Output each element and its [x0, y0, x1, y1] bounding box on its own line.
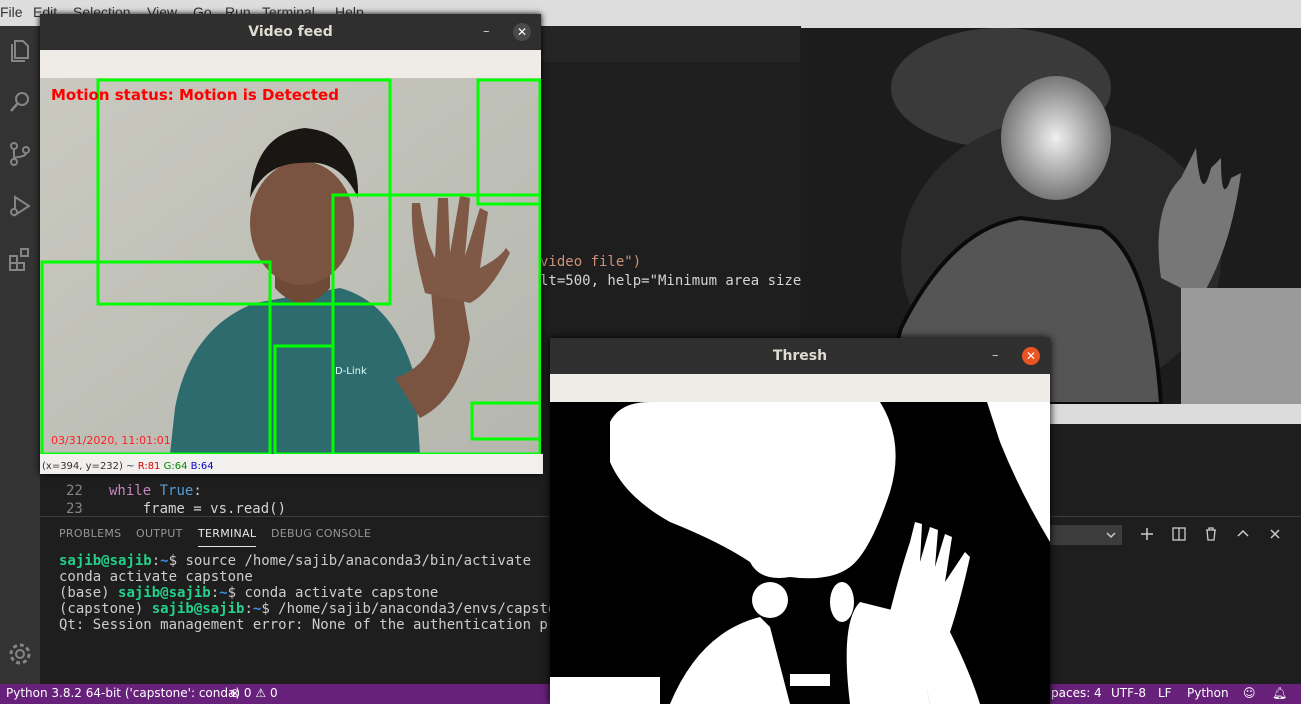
- motion-status-label: Motion status: Motion is Detected: [51, 86, 339, 104]
- line-number: 23: [66, 501, 83, 517]
- tab-debug-console[interactable]: DEBUG CONSOLE: [271, 527, 371, 540]
- close-panel-icon[interactable]: [1267, 526, 1283, 542]
- tab-output[interactable]: OUTPUT: [136, 527, 183, 540]
- encoding[interactable]: UTF-8: [1111, 686, 1146, 700]
- shirt-logo: D-Link: [335, 366, 367, 377]
- video-feed-window[interactable]: Video feed – ✕ D-Link Motion status: Mot…: [40, 14, 543, 474]
- run-debug-icon[interactable]: [6, 192, 34, 220]
- terminal-line: (capstone) sajib@sajib:~$ /home/sajib/an…: [59, 601, 582, 617]
- explorer-icon[interactable]: [6, 36, 34, 64]
- end-of-line[interactable]: LF: [1158, 686, 1172, 700]
- window-title: Video feed: [40, 14, 541, 50]
- thresh-window[interactable]: Thresh – ✕: [550, 338, 1050, 704]
- source-control-icon[interactable]: [6, 140, 34, 168]
- camera-frame: D-Link Motion status: Motion is Detected…: [40, 78, 541, 454]
- line-number: 22: [66, 483, 83, 499]
- window-title: Thresh: [550, 338, 1050, 374]
- terminal-line: conda activate capstone: [59, 569, 253, 585]
- minimize-icon[interactable]: –: [483, 24, 490, 39]
- code-fragment-string: video file"): [540, 254, 642, 270]
- menu-file[interactable]: File: [0, 4, 23, 20]
- warning-icon: ⚠: [255, 686, 267, 700]
- close-icon[interactable]: ✕: [1022, 347, 1040, 365]
- tab-problems[interactable]: PROBLEMS: [59, 527, 121, 540]
- tab-terminal[interactable]: TERMINAL: [198, 527, 257, 547]
- bell-icon[interactable]: 🔔︎: [1272, 686, 1287, 700]
- minimize-icon[interactable]: –: [992, 348, 999, 363]
- feedback-icon[interactable]: ☺: [1243, 686, 1256, 700]
- threshold-image: [550, 402, 1050, 704]
- search-icon[interactable]: [6, 88, 34, 116]
- editor-tab-strip: [540, 26, 800, 62]
- language-mode[interactable]: Python: [1187, 686, 1229, 700]
- settings-gear-icon[interactable]: [6, 640, 34, 668]
- close-icon[interactable]: ✕: [513, 23, 531, 41]
- chevron-down-icon: [1106, 532, 1116, 539]
- maximize-panel-icon[interactable]: [1235, 526, 1251, 542]
- new-terminal-icon[interactable]: [1139, 526, 1155, 542]
- pixel-info-bar: (x=394, y=232) ~ R:81 G:64 B:64: [40, 454, 543, 474]
- terminal-select-dropdown[interactable]: [1050, 525, 1122, 545]
- code-line: while True:: [109, 483, 202, 499]
- error-icon: ⊗: [230, 686, 241, 700]
- terminal-line: Qt: Session management error: None of th…: [59, 617, 582, 633]
- indentation[interactable]: paces: 4: [1051, 686, 1102, 700]
- python-interpreter[interactable]: Python 3.8.2 64-bit ('capstone': conda): [6, 686, 240, 700]
- code-line: frame = vs.read(): [109, 501, 287, 517]
- code-fragment-args: lt=500, help="Minimum area size: [540, 273, 802, 289]
- timestamp-label: 03/31/2020, 11:01:01: [51, 434, 171, 447]
- terminal-line: (base) sajib@sajib:~$ conda activate cap…: [59, 585, 439, 601]
- activity-bar: [0, 26, 40, 684]
- trash-icon[interactable]: [1203, 526, 1219, 542]
- problems-count[interactable]: ⊗ 0 ⚠ 0: [230, 686, 278, 700]
- window-toolbar: [550, 374, 1050, 402]
- terminal-line: sajib@sajib:~$ source /home/sajib/anacon…: [59, 553, 532, 569]
- window-toolbar: [40, 50, 541, 78]
- extensions-icon[interactable]: [6, 244, 34, 272]
- split-terminal-icon[interactable]: [1171, 526, 1187, 542]
